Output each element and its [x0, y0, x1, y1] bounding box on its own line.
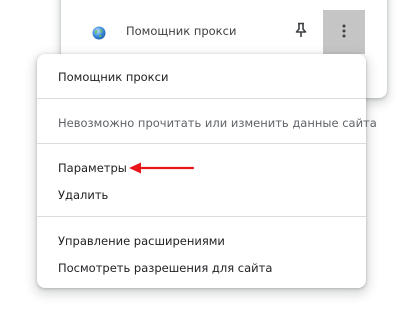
menu-item-extension-title[interactable]: Помощник прокси [37, 64, 366, 90]
menu-divider [37, 98, 366, 99]
menu-item-label: Помощник прокси [58, 70, 169, 84]
pin-icon [294, 22, 308, 42]
pin-button[interactable] [287, 18, 315, 46]
extension-name: Помощник прокси [126, 24, 237, 38]
globe-icon [92, 25, 106, 40]
menu-item-options[interactable]: Параметры [37, 155, 366, 181]
menu-item-label: Невозможно прочитать или изменить данные… [58, 116, 377, 130]
menu-item-label: Удалить [58, 188, 109, 202]
menu-item-manage-extensions[interactable]: Управление расширениями [37, 228, 366, 254]
more-actions-button[interactable] [323, 10, 365, 54]
menu-item-label: Управление расширениями [58, 234, 225, 248]
menu-item-label: Посмотреть разрешения для сайта [58, 261, 273, 275]
more-vert-icon [342, 23, 346, 42]
menu-item-remove[interactable]: Удалить [37, 182, 366, 208]
menu-item-label: Параметры [58, 161, 127, 175]
menu-item-view-site-permissions[interactable]: Посмотреть разрешения для сайта [37, 255, 366, 281]
menu-item-site-access: Невозможно прочитать или изменить данные… [37, 110, 377, 136]
menu-divider [37, 143, 366, 144]
screen: Помощник прокси Помощник прокси Невозмож… [0, 0, 417, 332]
extension-row[interactable]: Помощник прокси [61, 10, 387, 54]
extension-context-menu: Помощник прокси Невозможно прочитать или… [37, 54, 377, 288]
menu-divider [37, 216, 366, 217]
arrow-left-icon [127, 159, 197, 177]
